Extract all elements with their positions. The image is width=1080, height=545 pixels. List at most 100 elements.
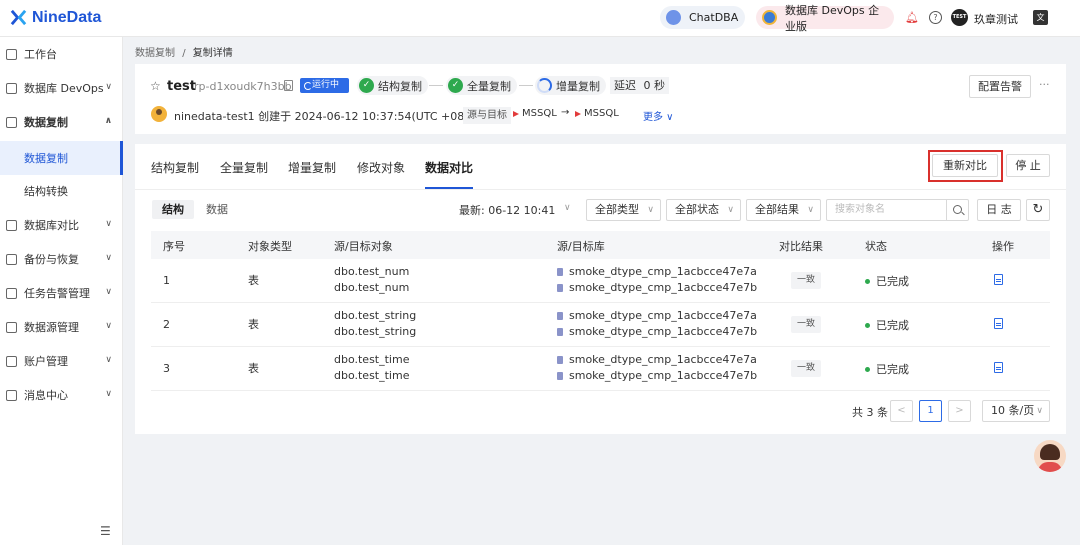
tab-data-compare[interactable]: 数据对比 — [425, 159, 473, 176]
user-name[interactable]: 玖章测试 — [974, 11, 1018, 27]
row-number: 1 — [163, 274, 170, 287]
sidebar-item-workbench[interactable]: 工作台 — [0, 37, 123, 71]
page-size-value: 10 条/页 — [991, 404, 1035, 417]
sidebar-item-accounts[interactable]: 账户管理 ∨ — [0, 344, 123, 378]
refresh-icon[interactable]: ↻ — [1026, 199, 1050, 221]
devops-edition-button[interactable]: 数据库 DevOps 企业版 — [756, 4, 894, 33]
brand-name: NineData — [32, 8, 102, 26]
star-icon[interactable]: ☆ — [150, 79, 161, 93]
copy-icon[interactable] — [284, 80, 293, 91]
support-avatar-icon[interactable] — [1034, 440, 1066, 472]
user-avatar[interactable]: TEST — [951, 9, 968, 26]
sidebar-item-label: 工作台 — [24, 48, 57, 61]
sidebar-item-label: 账户管理 — [24, 355, 68, 368]
prev-page-button[interactable]: < — [890, 400, 913, 422]
configure-alert-button[interactable]: 配置告警 — [969, 75, 1031, 98]
page-size-select[interactable]: 10 条/页 ∨ — [982, 400, 1050, 422]
search-icon[interactable] — [946, 199, 969, 221]
sidebar-item-replication[interactable]: 数据复制 ∧ — [0, 105, 123, 139]
status-text: 已完成 — [876, 363, 909, 376]
page-button-current[interactable]: 1 — [919, 400, 942, 422]
status-dot — [865, 278, 870, 284]
stop-button[interactable]: 停 止 — [1006, 154, 1050, 177]
column-header: 对象类型 — [248, 240, 292, 253]
object-type: 表 — [248, 274, 259, 287]
tab-modify-objects[interactable]: 修改对象 — [357, 159, 405, 176]
filter-result-value: 全部结果 — [755, 203, 799, 216]
table-header: 序号 对象类型 源/目标对象 源/目标库 对比结果 状态 操作 — [151, 231, 1050, 259]
search-input[interactable]: 搜索对象名 — [826, 199, 947, 221]
target-db-name: smoke_dtype_cmp_1acbcce47e7b — [569, 281, 758, 294]
sidebar-item-messages[interactable]: 消息中心 ∨ — [0, 378, 123, 412]
target-object: dbo.test_time — [334, 369, 410, 382]
table-row: 1 表 dbo.test_num dbo.test_num smoke_dtyp… — [151, 259, 1050, 303]
object-names: dbo.test_string dbo.test_string — [334, 308, 416, 340]
source-object: dbo.test_string — [334, 309, 417, 322]
status-dot — [865, 366, 870, 372]
sidebar-item-label: 备份与恢复 — [24, 253, 79, 266]
collapse-sidebar-icon[interactable]: ☰ — [100, 524, 111, 538]
object-type: 表 — [248, 318, 259, 331]
chevron-down-icon: ∨ — [105, 219, 112, 229]
status-dot — [865, 322, 870, 328]
database-icon — [557, 356, 563, 364]
mssql-icon — [513, 110, 519, 117]
sidebar-item-alerts[interactable]: 任务告警管理 ∨ — [0, 276, 123, 310]
document-icon[interactable] — [994, 362, 1003, 373]
sidebar-item-label: 数据源管理 — [24, 321, 79, 334]
sidebar-item-label: 消息中心 — [24, 389, 68, 402]
tab-structure-replication[interactable]: 结构复制 — [151, 159, 199, 176]
bell-icon[interactable]: 🔔︎ — [905, 11, 919, 24]
task-name: test — [167, 79, 196, 94]
language-switch-icon[interactable]: 文 — [1033, 10, 1048, 25]
tabs-divider — [135, 189, 1066, 190]
task-id: rp-d1xoudk7h3bb — [194, 80, 292, 93]
creator-info: ninedata-test1 创建于 2024-06-12 10:37:54(U… — [174, 110, 487, 123]
object-names: dbo.test_time dbo.test_time — [334, 352, 409, 384]
segment-structure[interactable]: 结构 — [152, 200, 194, 219]
spinner-icon — [537, 78, 552, 93]
filter-type-select[interactable]: 全部类型 ∨ — [586, 199, 661, 221]
sidebar-item-devops[interactable]: 数据库 DevOps ∨ — [0, 71, 123, 105]
status-cell: 已完成 — [865, 317, 909, 333]
logo[interactable]: NineData — [9, 8, 101, 27]
sidebar-item-datasource[interactable]: 数据源管理 ∨ — [0, 310, 123, 344]
filter-result-select[interactable]: 全部结果 ∨ — [746, 199, 821, 221]
breadcrumb-parent[interactable]: 数据复制 — [135, 48, 175, 59]
source-target-tag: 源与目标 — [463, 107, 511, 124]
sidebar-subitem-schema-convert[interactable]: 结构转换 — [0, 174, 123, 208]
document-icon[interactable] — [994, 318, 1003, 329]
sidebar-item-label: 数据库 DevOps — [24, 82, 104, 95]
log-button[interactable]: 日 志 — [977, 199, 1021, 221]
chevron-down-icon[interactable]: ∨ — [564, 203, 571, 213]
compare-result: 一致 — [791, 272, 822, 289]
task-header-card: ☆ test rp-d1xoudk7h3bb 运行中 ✓ 结构复制 ✓ 全量复制… — [135, 64, 1066, 134]
delay-label: 延迟 — [614, 79, 636, 92]
stage-incremental: 增量复制 — [535, 76, 606, 95]
stage-label: 全量复制 — [467, 79, 511, 93]
db-names: smoke_dtype_cmp_1acbcce47e7a smoke_dtype… — [557, 352, 757, 384]
segment-data[interactable]: 数据 — [196, 200, 238, 219]
status-cell: 已完成 — [865, 273, 909, 289]
total-count: 共 3 条 — [852, 406, 888, 419]
chevron-down-icon: ∨ — [807, 205, 814, 215]
next-page-button[interactable]: > — [948, 400, 971, 422]
latest-time: 最新: 06-12 10:41 — [459, 204, 556, 217]
tab-full-replication[interactable]: 全量复制 — [220, 159, 268, 176]
more-link[interactable]: 更多 ∨ — [643, 108, 674, 123]
target-db-name: smoke_dtype_cmp_1acbcce47e7b — [569, 369, 758, 382]
sidebar-subitem-replication[interactable]: 数据复制 — [0, 141, 123, 175]
tab-incremental-replication[interactable]: 增量复制 — [288, 159, 336, 176]
sidebar-item-backup[interactable]: 备份与恢复 ∨ — [0, 242, 123, 276]
chatdba-button[interactable]: ChatDBA — [660, 6, 745, 29]
breadcrumb-separator: / — [182, 48, 186, 59]
document-icon[interactable] — [994, 274, 1003, 285]
filter-status-select[interactable]: 全部状态 ∨ — [666, 199, 741, 221]
chevron-down-icon: ∨ — [105, 355, 112, 365]
sidebar-item-db-compare[interactable]: 数据库对比 ∨ — [0, 208, 123, 242]
replication-icon — [6, 116, 17, 128]
source-db-name: smoke_dtype_cmp_1acbcce47e7a — [569, 265, 757, 278]
table-row: 3 表 dbo.test_time dbo.test_time smoke_dt… — [151, 347, 1050, 391]
more-actions-icon[interactable]: ··· — [1039, 78, 1050, 91]
help-icon[interactable]: ? — [929, 11, 942, 24]
